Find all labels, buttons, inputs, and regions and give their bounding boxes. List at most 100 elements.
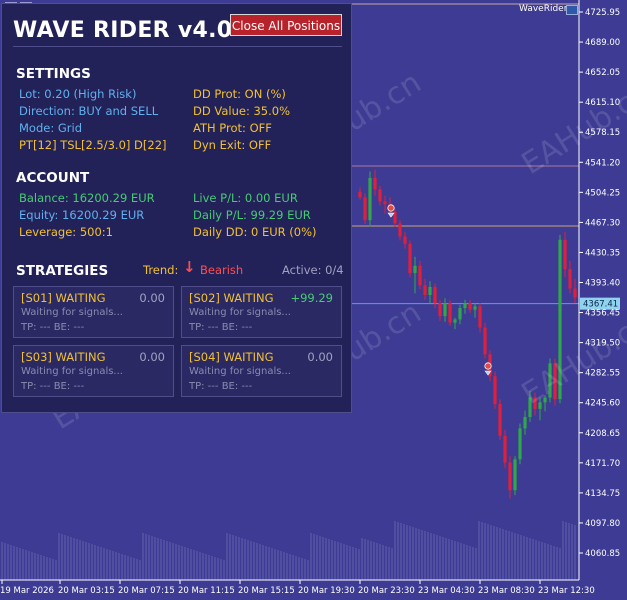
candle-body	[378, 189, 382, 202]
strategy-pl: 0.00	[139, 350, 165, 364]
strategy-card-s01[interactable]: [S01] WAITING 0.00 Waiting for signals..…	[13, 286, 174, 338]
strategy-message: Waiting for signals...	[21, 366, 123, 377]
strategy-tp-be: TP: --- BE: ---	[21, 322, 85, 333]
dyn-exit-setting: Dyn Exit: OFF	[193, 138, 272, 152]
candle-body	[368, 177, 372, 221]
candle-body	[463, 303, 467, 309]
candle-body	[413, 265, 417, 274]
strategy-tp-be: TP: --- BE: ---	[189, 322, 253, 333]
trend-label: Trend:	[143, 263, 179, 277]
candle-body	[373, 177, 377, 190]
price-tick-label: 4171.70	[585, 459, 620, 469]
candle-body	[448, 303, 452, 323]
active-count: Active: 0/4	[282, 263, 344, 277]
strategy-card-s03[interactable]: [S03] WAITING 0.00 Waiting for signals..…	[13, 345, 174, 397]
candle-body	[468, 303, 472, 310]
mode-setting: Mode: Grid	[19, 121, 82, 135]
strategy-card-s04[interactable]: [S04] WAITING 0.00 Waiting for signals..…	[181, 345, 342, 397]
balance-value: Balance: 16200.29 EUR	[19, 191, 155, 205]
strategy-message: Waiting for signals...	[189, 307, 291, 318]
strategy-pl: 0.00	[139, 291, 165, 305]
strategy-tp-be: TP: --- BE: ---	[21, 381, 85, 392]
time-tick-label: 19 Mar 2026	[0, 586, 54, 596]
candle-body	[408, 243, 412, 274]
time-tick-label: 20 Mar 15:15	[238, 586, 295, 596]
watermark-text: EAHub.cn	[516, 305, 627, 412]
indicator-icon[interactable]	[566, 5, 578, 15]
live-pl-value: Live P/L: 0.00 EUR	[193, 191, 298, 205]
time-tick-label: 23 Mar 04:30	[418, 586, 475, 596]
leverage-value: Leverage: 500:1	[19, 225, 113, 239]
time-tick-label: 20 Mar 19:30	[298, 586, 355, 596]
time-tick-label: 20 Mar 11:15	[178, 586, 235, 596]
candle-body	[458, 308, 462, 320]
price-tick-label: 4319.50	[585, 339, 620, 349]
time-tick-label: 20 Mar 07:15	[118, 586, 175, 596]
candle-body	[428, 286, 432, 296]
strategy-card-s02[interactable]: [S02] WAITING +99.29 Waiting for signals…	[181, 286, 342, 338]
candle-body	[453, 319, 457, 323]
candle-body	[508, 462, 512, 491]
strategies-heading: STRATEGIES	[16, 263, 109, 279]
ath-prot-setting: ATH Prot: OFF	[193, 121, 272, 135]
time-tick-label: 23 Mar 12:30	[538, 586, 595, 596]
horizontal-levels: 4367.41	[352, 3, 620, 310]
candle-body	[513, 459, 517, 491]
candle-body	[523, 417, 527, 429]
candle-body	[478, 306, 482, 328]
trade-arrow-icon	[387, 212, 395, 218]
candle-body	[563, 239, 567, 269]
divider	[13, 46, 342, 47]
dd-prot-setting: DD Prot: ON (%)	[193, 87, 286, 101]
price-tick-label: 4393.40	[585, 279, 620, 289]
strategy-status: [S04] WAITING	[189, 350, 274, 364]
trade-marker-icon	[484, 362, 492, 370]
trend-value: Bearish	[200, 263, 244, 277]
candle-body	[433, 286, 437, 304]
candle-body	[493, 376, 497, 405]
price-tick-label: 4725.95	[585, 8, 620, 18]
trade-marker-icon	[387, 204, 395, 212]
strategy-status: [S03] WAITING	[21, 350, 106, 364]
price-tick-label: 4652.05	[585, 68, 620, 78]
equity-value: Equity: 16200.29 EUR	[19, 208, 145, 222]
pt-setting: PT[12] TSL[2.5/3.0] D[22]	[19, 138, 167, 152]
volume-histogram	[1, 521, 576, 580]
candle-body	[473, 306, 477, 310]
strategy-pl: 0.00	[307, 350, 333, 364]
arrow-down-icon: ↓	[183, 258, 196, 276]
price-tick-label: 4615.10	[585, 98, 620, 108]
candle-body	[518, 428, 522, 460]
candle-body	[443, 303, 447, 317]
ea-panel: WAVE RIDER v4.0 Close All Positions SETT…	[1, 3, 352, 413]
candle-body	[573, 288, 577, 298]
lot-setting: Lot: 0.20 (High Risk)	[19, 87, 137, 101]
price-tick-label: 4356.45	[585, 309, 620, 319]
strategy-status: [S01] WAITING	[21, 291, 106, 305]
candle-body	[423, 285, 427, 296]
strategy-message: Waiting for signals...	[189, 366, 291, 377]
daily-dd-value: Daily DD: 0 EUR (0%)	[193, 225, 317, 239]
account-heading: ACCOUNT	[16, 170, 90, 186]
strategy-status: [S02] WAITING	[189, 291, 274, 305]
close-all-positions-button[interactable]: Close All Positions	[230, 14, 342, 36]
price-tick-label: 4430.35	[585, 248, 620, 258]
direction-setting: Direction: BUY and SELL	[19, 104, 159, 118]
time-tick-label: 23 Mar 08:30	[478, 586, 535, 596]
panel-title: WAVE RIDER v4.0	[13, 18, 233, 43]
price-tick-label: 4541.20	[585, 158, 620, 168]
price-tick-label: 4467.30	[585, 218, 620, 228]
settings-heading: SETTINGS	[16, 66, 91, 82]
candle-body	[358, 191, 362, 198]
candle-body	[398, 223, 402, 237]
price-tick-label: 4060.85	[585, 549, 620, 559]
price-tick-label: 4097.80	[585, 519, 620, 529]
strategy-message: Waiting for signals...	[21, 307, 123, 318]
candle-body	[438, 303, 442, 317]
candle-body	[418, 265, 422, 286]
price-tick-label: 4134.75	[585, 489, 620, 499]
indicator-label: WaveRider	[519, 4, 568, 14]
candle-body	[483, 327, 487, 355]
candle-body	[498, 404, 502, 436]
price-tick-label: 4245.60	[585, 399, 620, 409]
